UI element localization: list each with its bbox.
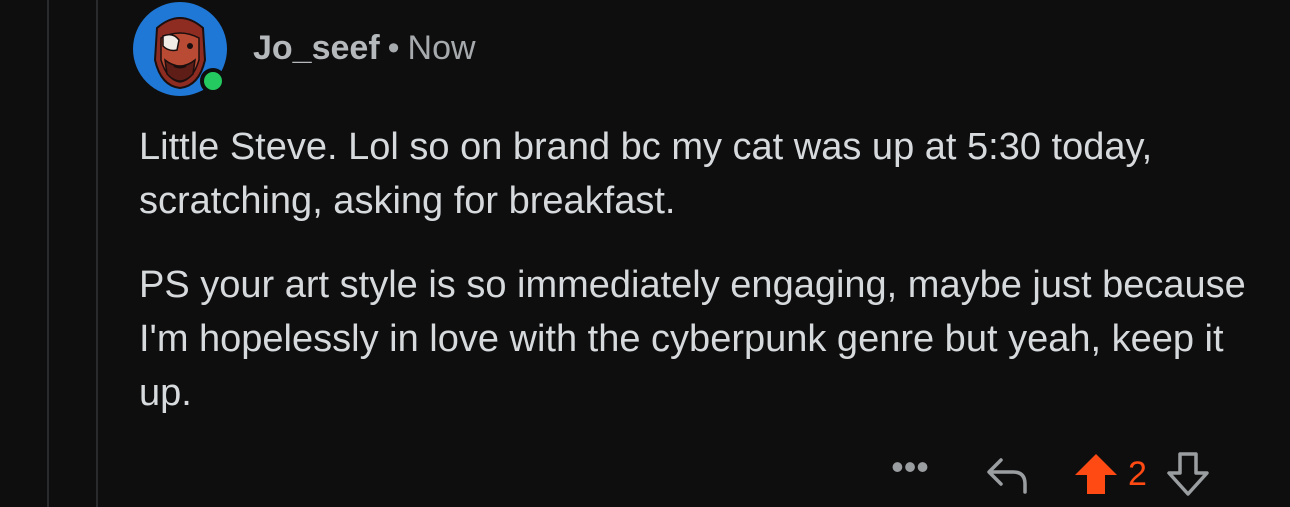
reply-arrow-icon xyxy=(987,458,1027,494)
comment-actions: ••• 2 xyxy=(880,446,1214,502)
downvote-arrow-icon xyxy=(1167,452,1209,496)
thread-line-inner[interactable] xyxy=(96,0,98,507)
upvote-button[interactable] xyxy=(1070,451,1122,497)
vote-count: 2 xyxy=(1128,454,1147,493)
comment-paragraph: Little Steve. Lol so on brand bc my cat … xyxy=(139,126,1153,222)
user-avatar[interactable] xyxy=(133,2,229,98)
comment-body: Little Steve. Lol so on brand bc my cat … xyxy=(139,120,1259,450)
more-dots-icon: ••• xyxy=(891,446,929,487)
comment-paragraph: PS your art style is so immediately enga… xyxy=(139,264,1246,414)
more-options-button[interactable]: ••• xyxy=(880,449,940,485)
reply-button[interactable] xyxy=(978,454,1038,494)
meta-separator: • xyxy=(387,29,400,67)
timestamp: Now xyxy=(407,29,476,67)
thread-line-outer[interactable] xyxy=(47,0,49,507)
comment-meta: Jo_seef • Now xyxy=(253,28,476,68)
username-link[interactable]: Jo_seef xyxy=(253,29,380,67)
online-status-indicator xyxy=(200,68,226,94)
upvote-arrow-icon xyxy=(1075,454,1117,494)
downvote-button[interactable] xyxy=(1162,451,1214,497)
